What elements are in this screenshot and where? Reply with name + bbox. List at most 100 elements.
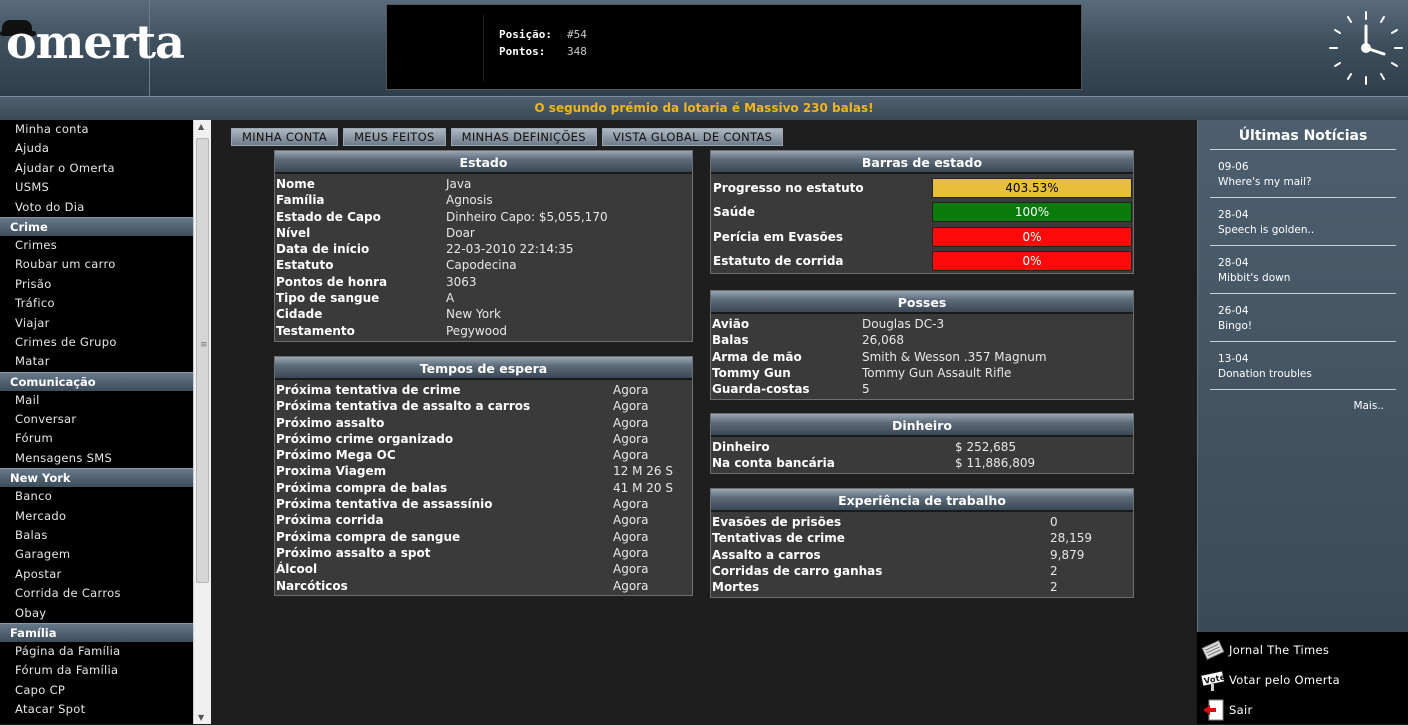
posses-row: Guarda-costas 5 (712, 381, 1132, 397)
row-value: Pegywood (446, 323, 508, 338)
posses-row: Arma de mão Smith & Wesson .357 Magnum (712, 349, 1132, 365)
menu-item-mail[interactable]: Mail (0, 391, 193, 410)
menu-item-crimes[interactable]: Crimes (0, 236, 193, 255)
panel-title: Posses (711, 291, 1133, 314)
link-sair[interactable]: Sair (1197, 695, 1408, 725)
row-label: Próxima tentativa de assalto a carros (276, 399, 531, 414)
link-jornal[interactable]: Jornal The Times (1197, 635, 1408, 665)
menu-item-forum-familia[interactable]: Fórum da Família (0, 661, 193, 680)
menu-item-obay[interactable]: Obay (0, 604, 193, 623)
link-label[interactable]: Sair (1229, 703, 1252, 717)
tempos-row: Próxima tentativa de assalto a carros Ago… (276, 398, 691, 414)
menu-item-capo-cp[interactable]: Capo CP (0, 681, 193, 700)
news-more-link[interactable]: Mais.. (1198, 400, 1408, 412)
row-label: Tentativas de crime (712, 531, 845, 546)
menu-item-crimes-grupo[interactable]: Crimes de Grupo (0, 333, 193, 352)
experiencia-row: Tentativas de crime 28,159 (712, 530, 1132, 546)
estado-row: Estatuto Capodecina (276, 257, 691, 273)
row-label: Próximo assalto a spot (276, 545, 431, 560)
news-headline[interactable]: Bingo! (1218, 319, 1396, 334)
news-item[interactable]: 09-06 Where's my mail? (1210, 150, 1396, 198)
menu-scrollbar[interactable]: ▲ ≡ ▼ (193, 120, 211, 724)
row-value: 9,879 (1050, 547, 1085, 562)
status-bar: 403.53% (932, 178, 1132, 199)
tab-minhas-definicoes[interactable]: MINHAS DEFINIÇÕES (450, 128, 597, 146)
news-headline[interactable]: Speech is golden.. (1218, 223, 1396, 238)
link-label[interactable]: Jornal The Times (1229, 643, 1329, 657)
posses-rows: Avião Douglas DC-3 Balas 26,068 Arma de mão S… (711, 314, 1133, 399)
row-value: 28,159 (1050, 531, 1092, 546)
row-label: Assalto a carros (712, 547, 821, 562)
panel-title: Barras de estado (711, 151, 1133, 174)
row-value: 26,068 (862, 333, 904, 348)
tab-minha-conta[interactable]: MINHA CONTA (231, 128, 339, 146)
menu-item-ajuda[interactable]: Ajuda (0, 139, 193, 158)
logo-text: omerta (6, 15, 185, 69)
news-headline[interactable]: Donation troubles (1218, 367, 1396, 382)
row-value: Agora (613, 497, 649, 512)
status-bar-row: Saúde 100% (712, 200, 1132, 224)
omerta-logo[interactable]: omerta (0, 0, 185, 96)
news-item[interactable]: 28-04 Mibbit's down (1210, 246, 1396, 294)
row-label: Guarda-costas (712, 382, 810, 397)
tempos-row: Próxima compra de balas 41 M 20 S (276, 480, 691, 496)
estado-row: Família Agnosis (276, 192, 691, 208)
menu-item-ajudar-omerta[interactable]: Ajudar o Omerta (0, 159, 193, 178)
tempos-row: Próxima corrida Agora (276, 512, 691, 528)
row-label: Próxima compra de sangue (276, 529, 461, 544)
scroll-up-arrow-icon[interactable]: ▲ (198, 122, 204, 131)
news-item[interactable]: 26-04 Bingo! (1210, 294, 1396, 342)
news-date: 26-04 (1218, 305, 1249, 317)
row-label: Dinheiro (712, 440, 770, 454)
row-label: Próxima tentativa de assassínio (276, 497, 493, 512)
menu-item-matar[interactable]: Matar (0, 352, 193, 371)
menu-item-banco[interactable]: Banco (0, 487, 193, 506)
scroll-down-arrow-icon[interactable]: ▼ (198, 713, 204, 722)
link-votar[interactable]: Vote! Votar pelo Omerta (1197, 665, 1408, 695)
menu-item-roubar-carro[interactable]: Roubar um carro (0, 255, 193, 274)
news-item[interactable]: 13-04 Donation troubles (1210, 342, 1396, 390)
menu-item-atacar-spot[interactable]: Atacar Spot (0, 700, 193, 719)
row-label: Próxima corrida (276, 513, 384, 528)
menu-group-new-york: New York (0, 468, 193, 488)
menu-item-apostar[interactable]: Apostar (0, 565, 193, 584)
link-label[interactable]: Votar pelo Omerta (1229, 673, 1340, 687)
menu-item-garagem[interactable]: Garagem (0, 545, 193, 564)
status-bar: 100% (932, 202, 1132, 223)
menu-item-prisao[interactable]: Prisão (0, 275, 193, 294)
row-value: Agora (613, 578, 649, 593)
row-label: Na conta bancária (712, 456, 835, 471)
news-headline[interactable]: Where's my mail? (1218, 175, 1396, 190)
menu-item-viajar[interactable]: Viajar (0, 314, 193, 333)
menu-item-minha-conta[interactable]: Minha conta (0, 120, 193, 139)
left-menu: Minha conta Ajuda Ajudar o Omerta USMS V… (0, 120, 193, 724)
menu-item-forum[interactable]: Fórum (0, 429, 193, 448)
row-value: 22-03-2010 22:14:35 (446, 242, 574, 257)
news-headline[interactable]: Mibbit's down (1218, 271, 1396, 286)
panel-tempos-espera: Tempos de espera Próxima tentativa de cr… (274, 356, 693, 596)
row-value: A (446, 291, 455, 306)
scrollbar-thumb[interactable]: ≡ (196, 138, 209, 583)
menu-item-trafico[interactable]: Tráfico (0, 294, 193, 313)
lottery-banner[interactable]: O segundo prémio da lotaria é Massivo 23… (0, 96, 1408, 120)
menu-item-voto-do-dia[interactable]: Voto do Dia (0, 198, 193, 217)
tempos-row: Narcóticos Agora (276, 578, 691, 594)
menu-item-usms[interactable]: USMS (0, 178, 193, 197)
menu-item-corrida-carros[interactable]: Corrida de Carros (0, 584, 193, 603)
news-item[interactable]: 28-04 Speech is golden.. (1210, 198, 1396, 246)
menu-item-mercado[interactable]: Mercado (0, 507, 193, 526)
menu-item-conversar[interactable]: Conversar (0, 410, 193, 429)
menu-item-mensagens-sms[interactable]: Mensagens SMS (0, 449, 193, 468)
menu-item-balas[interactable]: Balas (0, 526, 193, 545)
row-label: Próximo Mega OC (276, 448, 396, 463)
tab-vista-global[interactable]: VISTA GLOBAL DE CONTAS (601, 128, 784, 146)
row-label: Data de início (276, 242, 370, 257)
row-label: Arma de mão (712, 349, 802, 364)
row-value: Agora (613, 415, 649, 430)
news-date: 09-06 (1218, 161, 1249, 173)
tab-meus-feitos[interactable]: MEUS FEITOS (343, 128, 446, 146)
row-value: 12 M 26 S (613, 464, 673, 479)
menu-item-pagina-familia[interactable]: Página da Família (0, 642, 193, 661)
stat-points: Pontos: 348 (499, 45, 587, 58)
status-bar-label: Saúde (713, 205, 756, 220)
